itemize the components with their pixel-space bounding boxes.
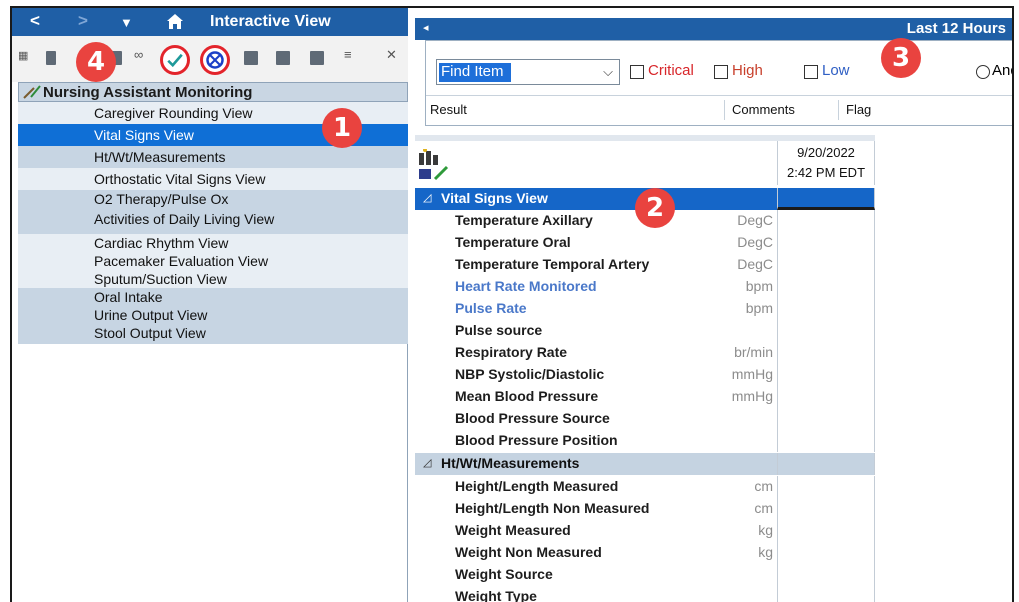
high-checkbox[interactable] [714,65,728,79]
grid-row[interactable]: Weight Non Measured kg [415,542,875,564]
column-flag[interactable]: Flag [846,102,871,117]
annotation-badge-3: 3 [881,38,921,78]
documentation-pane: ◂ Last 12 Hours Find Item ⌵ Critical Hig… [415,8,1012,602]
grid-row[interactable]: Blood Pressure Position [415,430,875,452]
grid-row[interactable]: Temperature Oral DegC [415,232,875,254]
grid-row[interactable]: Height/Length Non Measured cm [415,498,875,520]
view-item-ht-wt-measurements[interactable]: Ht/Wt/Measurements [18,146,408,168]
window-title: Interactive View [210,13,331,30]
result-cell[interactable] [777,520,875,542]
left-navigator-pane: < > ▼ Interactive View ▦ ∞ ≡ ✕ Nursing A… [12,8,408,602]
result-column-headers: Result Comments Flag [426,95,1012,123]
view-item-cardiac-rhythm[interactable]: Cardiac Rhythm View [18,234,408,252]
glasses-icon[interactable]: ∞ [134,47,143,62]
result-cell[interactable] [777,298,875,320]
unchart-button[interactable] [200,45,230,75]
navigator-title-bar: < > ▼ Interactive View [12,8,408,36]
flowsheet-tools-icon[interactable] [417,149,457,183]
result-cell[interactable] [777,364,875,386]
forward-arrow-icon[interactable]: > [78,11,88,31]
list-icon[interactable]: ≡ [344,47,352,62]
result-cell[interactable] [777,542,875,564]
checkmark-icon [167,53,183,68]
result-cell[interactable] [777,342,875,364]
result-cell[interactable] [777,430,875,452]
folder-icon[interactable] [276,51,290,65]
column-result[interactable]: Result [430,102,467,117]
calendar-icon[interactable] [310,51,324,65]
date-column-header[interactable]: 9/20/2022 2:42 PM EDT [777,141,875,185]
result-cell[interactable] [777,498,875,520]
result-cell[interactable] [777,386,875,408]
sign-checkmark-button[interactable] [160,45,190,75]
grid-row[interactable]: Weight Measured kg [415,520,875,542]
back-arrow-icon[interactable]: < [30,11,40,31]
view-item-pacemaker[interactable]: Pacemaker Evaluation View [18,252,408,270]
view-item-orthostatic-vitals[interactable]: Orthostatic Vital Signs View [18,168,408,190]
result-cell[interactable] [777,276,875,298]
view-item-oral-intake[interactable]: Oral Intake [18,288,408,306]
view-item-sputum-suction[interactable]: Sputum/Suction View [18,270,408,288]
find-item-combobox[interactable]: Find Item ⌵ [436,59,620,85]
and-label: And [992,62,1012,79]
result-cell[interactable] [777,232,875,254]
filter-bar: Find Item ⌵ Critical High Low And Result… [425,40,1012,126]
result-cell[interactable] [777,408,875,430]
history-dropdown-icon[interactable]: ▼ [120,15,133,30]
home-icon[interactable] [166,13,184,30]
and-radio[interactable] [976,65,990,79]
section-ht-wt-measurements[interactable]: ◿ Ht/Wt/Measurements [415,453,875,475]
grid-row[interactable]: Heart Rate Monitored bpm [415,276,875,298]
grid-row[interactable]: Height/Length Measured cm [415,476,875,498]
collapse-triangle-icon[interactable]: ◿ [423,456,431,469]
navigator-toolbar: ▦ ∞ ≡ ✕ [12,36,408,82]
critical-checkbox[interactable] [630,65,644,79]
application-window: < > ▼ Interactive View ▦ ∞ ≡ ✕ Nursing A… [10,6,1014,602]
collapse-triangle-icon[interactable]: ◿ [423,191,431,204]
view-item-adl[interactable]: Activities of Daily Living View [18,208,408,234]
band-title: Nursing Assistant Monitoring [43,84,253,101]
result-cell[interactable] [777,254,875,276]
annotation-badge-4: 4 [76,42,116,82]
column-date: 9/20/2022 [797,145,855,160]
result-cell[interactable] [777,476,875,498]
low-checkbox[interactable] [804,65,818,79]
annotation-badge-2: 2 [635,188,675,228]
column-time: 2:42 PM EDT [786,165,866,180]
grid-row[interactable]: NBP Systolic/Diastolic mmHg [415,364,875,386]
result-cell[interactable] [777,320,875,342]
insert-icon[interactable]: ▦ [18,49,28,62]
critical-label: Critical [648,62,694,79]
grid-row[interactable]: Temperature Temporal Artery DegC [415,254,875,276]
view-item-urine-output[interactable]: Urine Output View [18,306,408,324]
grid-row[interactable]: Weight Type [415,586,875,602]
unchart-icon [206,51,224,69]
band-header[interactable]: Nursing Assistant Monitoring [18,82,408,102]
table-icon[interactable] [46,51,56,65]
grid-row[interactable]: Weight Source [415,564,875,586]
low-label: Low [822,62,850,79]
high-label: High [732,62,763,79]
view-item-stool-output[interactable]: Stool Output View [18,324,408,344]
view-item-o2-therapy[interactable]: O2 Therapy/Pulse Ox [18,190,408,208]
grid-view-icon[interactable] [244,51,258,65]
grid-row[interactable]: Blood Pressure Source [415,408,875,430]
result-cell[interactable] [777,586,875,602]
result-cell[interactable] [777,564,875,586]
grid-row[interactable]: Mean Blood Pressure mmHg [415,386,875,408]
annotation-badge-1: 1 [322,108,362,148]
time-range-bar: ◂ Last 12 Hours [415,18,1012,40]
close-icon[interactable]: ✕ [386,47,397,63]
grid-row[interactable]: Pulse Rate bpm [415,298,875,320]
scroll-left-icon[interactable]: ◂ [423,21,429,34]
grid-row[interactable]: Respiratory Rate br/min [415,342,875,364]
chevron-down-icon: ⌵ [603,64,613,79]
find-item-text: Find Item [441,63,504,80]
grid-row[interactable]: Pulse source [415,320,875,342]
column-comments[interactable]: Comments [732,102,795,117]
time-range-label[interactable]: Last 12 Hours [907,20,1006,37]
band-icon [23,85,41,99]
result-cell[interactable] [777,210,875,232]
